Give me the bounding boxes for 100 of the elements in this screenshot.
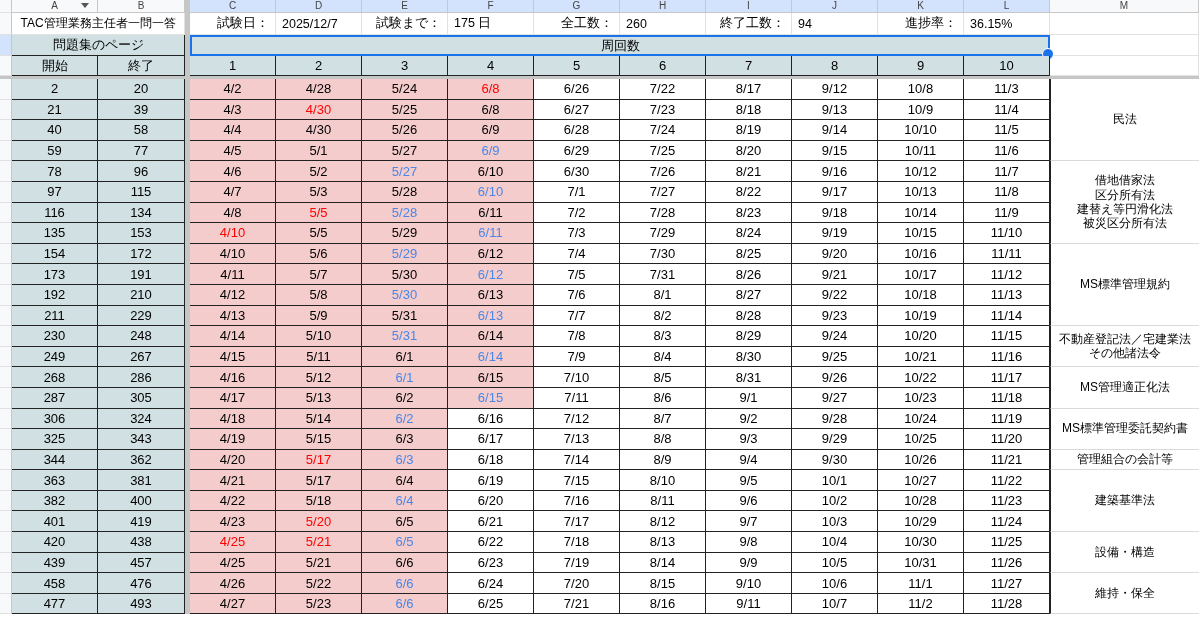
row-header[interactable] — [0, 202, 12, 224]
date-cell: 9/23 — [792, 305, 878, 327]
column-header[interactable]: J — [792, 0, 878, 13]
date-cell: 10/21 — [878, 346, 964, 368]
date-cell: 4/7 — [190, 181, 276, 203]
date-cell: 7/9 — [534, 346, 620, 368]
table-cell: 77 — [98, 140, 185, 162]
date-cell: 7/7 — [534, 305, 620, 327]
table-cell: 286 — [98, 367, 185, 388]
date-cell: 8/30 — [706, 346, 792, 368]
row-header[interactable] — [0, 532, 12, 553]
row-header[interactable] — [0, 573, 12, 594]
freeze-bar[interactable] — [185, 593, 190, 615]
date-cell: 9/7 — [706, 511, 792, 533]
row-header[interactable] — [0, 284, 12, 306]
freeze-bar[interactable] — [185, 0, 190, 13]
row-header[interactable] — [0, 79, 12, 100]
date-cell: 6/28 — [534, 120, 620, 141]
row-header[interactable] — [0, 470, 12, 491]
row-header[interactable] — [0, 593, 12, 615]
date-cell: 10/23 — [878, 387, 964, 409]
column-header[interactable]: F — [448, 0, 534, 13]
row-header[interactable] — [0, 120, 12, 141]
header-cell: 1 — [190, 56, 276, 76]
date-cell: 10/1 — [792, 470, 878, 491]
row-header[interactable] — [0, 13, 12, 35]
table-cell: 382 — [12, 490, 98, 512]
date-cell: 9/6 — [706, 490, 792, 512]
date-cell: 5/14 — [276, 408, 362, 430]
date-cell: 6/12 — [448, 243, 534, 265]
date-cell: 9/17 — [792, 181, 878, 203]
column-header[interactable]: G — [534, 0, 620, 13]
row-header[interactable] — [0, 346, 12, 368]
row-header[interactable] — [0, 140, 12, 162]
date-cell: 5/27 — [362, 140, 448, 162]
date-cell: 8/25 — [706, 243, 792, 265]
subject-text: 民法 — [1113, 112, 1137, 127]
table-cell: 439 — [12, 552, 98, 574]
row-header[interactable] — [0, 408, 12, 430]
row-header[interactable] — [0, 99, 12, 121]
row-header[interactable] — [0, 326, 12, 347]
date-cell: 11/6 — [964, 140, 1050, 162]
date-cell: 6/8 — [448, 79, 534, 100]
date-cell: 5/5 — [276, 202, 362, 224]
column-header[interactable]: D — [276, 0, 362, 13]
column-header[interactable]: H — [620, 0, 706, 13]
row-header[interactable] — [0, 161, 12, 182]
row-header[interactable] — [0, 429, 12, 450]
date-cell: 5/8 — [276, 284, 362, 306]
row-header[interactable] — [0, 367, 12, 388]
row-header[interactable] — [0, 490, 12, 512]
row-header[interactable] — [0, 511, 12, 533]
table-cell: 191 — [98, 264, 185, 285]
row-header[interactable] — [0, 56, 12, 76]
date-cell: 6/3 — [362, 449, 448, 471]
date-cell: 6/9 — [448, 140, 534, 162]
column-header[interactable]: E — [362, 0, 448, 13]
date-cell: 6/5 — [362, 511, 448, 533]
column-header[interactable]: L — [964, 0, 1050, 13]
date-cell: 11/14 — [964, 305, 1050, 327]
date-cell: 9/26 — [792, 367, 878, 388]
header-cell: 3 — [362, 56, 448, 76]
row-header[interactable] — [0, 387, 12, 409]
row-header[interactable] — [0, 449, 12, 471]
column-header[interactable]: K — [878, 0, 964, 13]
column-header[interactable]: I — [706, 0, 792, 13]
row-header[interactable] — [0, 264, 12, 285]
date-cell: 6/13 — [448, 305, 534, 327]
date-cell: 8/23 — [706, 202, 792, 224]
row-header[interactable] — [0, 243, 12, 265]
table-cell: 58 — [98, 120, 185, 141]
date-cell: 4/16 — [190, 367, 276, 388]
row-header[interactable] — [0, 552, 12, 574]
header-cell: 4 — [448, 56, 534, 76]
freeze-bar[interactable] — [0, 76, 1199, 79]
dropdown-caret-icon[interactable] — [81, 3, 89, 8]
header-cell: 問題集のページ — [12, 35, 185, 56]
table-cell: 248 — [98, 326, 185, 347]
date-cell: 9/30 — [792, 449, 878, 471]
date-cell: 7/13 — [534, 429, 620, 450]
date-cell: 4/10 — [190, 223, 276, 244]
date-cell: 6/27 — [534, 99, 620, 121]
table-cell: 363 — [12, 470, 98, 491]
column-header[interactable]: B — [98, 0, 185, 13]
column-header[interactable]: M — [1050, 0, 1199, 13]
row-header[interactable] — [0, 305, 12, 327]
date-cell: 7/20 — [534, 573, 620, 594]
date-cell: 11/9 — [964, 202, 1050, 224]
row-header[interactable] — [0, 223, 12, 244]
date-cell: 9/15 — [792, 140, 878, 162]
column-header[interactable]: A — [12, 0, 98, 13]
row-header[interactable] — [0, 35, 12, 56]
date-cell: 8/1 — [620, 284, 706, 306]
table-cell: 116 — [12, 202, 98, 224]
row-header[interactable] — [0, 0, 12, 13]
date-cell: 7/6 — [534, 284, 620, 306]
column-header[interactable]: C — [190, 0, 276, 13]
date-cell: 5/21 — [276, 532, 362, 553]
row-header[interactable] — [0, 181, 12, 203]
header-cell: 8 — [792, 56, 878, 76]
